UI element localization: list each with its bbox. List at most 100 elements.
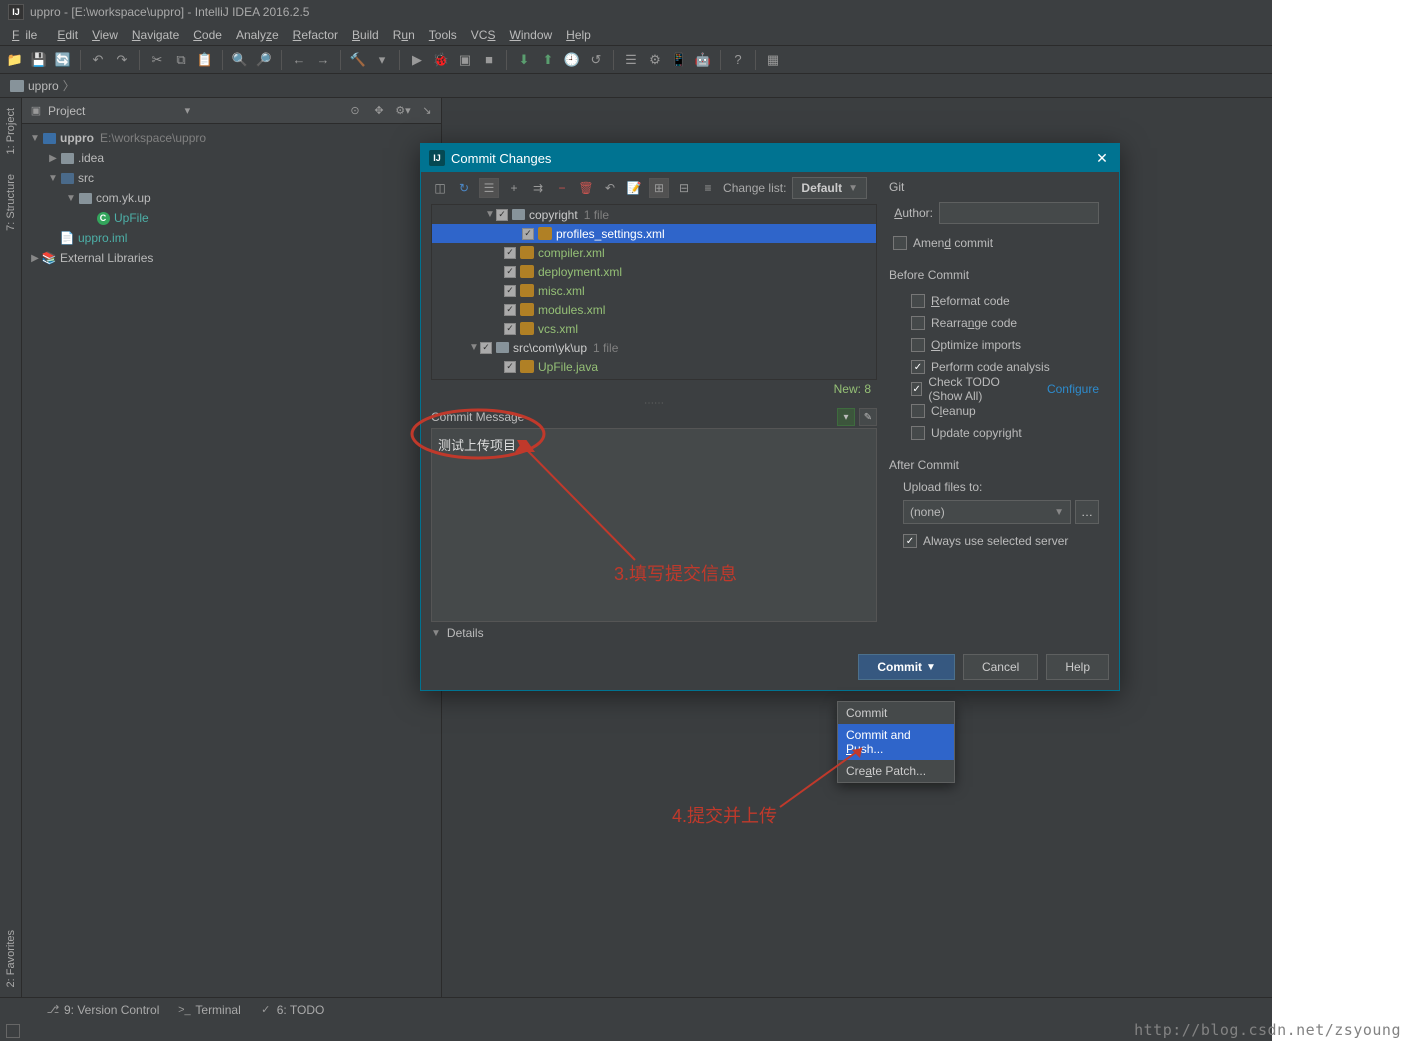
add-icon[interactable]: + xyxy=(505,179,523,197)
undo-icon[interactable]: ↶ xyxy=(89,51,107,69)
tree-src[interactable]: ▼ src xyxy=(22,168,441,188)
commit-button[interactable]: Commit▼ xyxy=(858,654,955,680)
vcs-commit-icon[interactable]: ⬆ xyxy=(539,51,557,69)
changes-tree[interactable]: ▼ copyright 1 file profiles_settings.xml… xyxy=(431,204,877,380)
menu-analyze[interactable]: Analyze xyxy=(230,26,285,44)
cut-icon[interactable]: ✂ xyxy=(148,51,166,69)
sync-icon[interactable]: 🔄 xyxy=(54,51,72,69)
optimize-checkbox[interactable] xyxy=(911,338,925,352)
debug-icon[interactable]: 🐞 xyxy=(432,51,450,69)
target-icon[interactable]: ✥ xyxy=(371,103,387,119)
redo-icon[interactable]: ↷ xyxy=(113,51,131,69)
close-icon[interactable]: ✕ xyxy=(1093,150,1111,167)
tree-profiles-settings[interactable]: profiles_settings.xml xyxy=(432,224,876,243)
plugins-icon[interactable]: ▦ xyxy=(764,51,782,69)
sdk-icon[interactable]: ⚙ xyxy=(646,51,664,69)
diff-icon[interactable]: ◫ xyxy=(431,179,449,197)
menu-view[interactable]: View xyxy=(86,26,124,44)
tree-compiler[interactable]: compiler.xml xyxy=(432,243,876,262)
run-icon[interactable]: ▶ xyxy=(408,51,426,69)
breadcrumb-root[interactable]: uppro xyxy=(28,79,59,93)
coverage-icon[interactable]: ▣ xyxy=(456,51,474,69)
expand-arrow-icon[interactable]: ▶ xyxy=(46,153,60,164)
menu-help[interactable]: Help xyxy=(560,26,597,44)
more-icon[interactable]: ≡ xyxy=(699,179,717,197)
checkbox-on[interactable] xyxy=(504,304,516,316)
forward-icon[interactable]: → xyxy=(314,51,332,69)
checkbox-on[interactable] xyxy=(504,361,516,373)
menu-navigate[interactable]: Navigate xyxy=(126,26,185,44)
gear-icon[interactable]: ⚙▾ xyxy=(395,103,411,119)
tree-misc[interactable]: misc.xml xyxy=(432,281,876,300)
replace-icon[interactable]: 🔎 xyxy=(255,51,273,69)
android-icon[interactable]: 🤖 xyxy=(694,51,712,69)
reformat-checkbox[interactable] xyxy=(911,294,925,308)
expand-all-icon[interactable]: ⊞ xyxy=(649,178,669,198)
details-toggle[interactable]: ▼ Details xyxy=(431,622,877,644)
gutter-structure[interactable]: 7: Structure xyxy=(5,164,17,241)
gutter-favorites[interactable]: 2: Favorites xyxy=(5,920,17,997)
tree-deployment[interactable]: deployment.xml xyxy=(432,262,876,281)
tool-todo[interactable]: ✓ 6: TODO xyxy=(259,1003,325,1017)
paste-icon[interactable]: 📋 xyxy=(196,51,214,69)
stop-icon[interactable]: ■ xyxy=(480,51,498,69)
tool-terminal[interactable]: >_ Terminal xyxy=(177,1003,240,1017)
commit-message-textarea[interactable]: 测试上传项目 xyxy=(431,428,877,622)
collapse-arrow-icon[interactable]: ▼ xyxy=(484,209,496,220)
checkbox-on[interactable] xyxy=(522,228,534,240)
tool-windows-toggle[interactable] xyxy=(6,1024,20,1038)
tree-modules[interactable]: modules.xml xyxy=(432,300,876,319)
tree-ext-libs[interactable]: ▶ 📚 External Libraries xyxy=(22,248,441,268)
vcs-history-icon[interactable]: 🕘 xyxy=(563,51,581,69)
browse-button[interactable]: … xyxy=(1075,500,1099,524)
menu-vcs[interactable]: VCS xyxy=(465,26,502,44)
cleanup-checkbox[interactable] xyxy=(911,404,925,418)
back-icon[interactable]: ← xyxy=(290,51,308,69)
refresh-icon[interactable]: ↻ xyxy=(455,179,473,197)
tree-upfile-java[interactable]: UpFile.java xyxy=(432,357,876,376)
todo-checkbox[interactable] xyxy=(911,382,922,396)
menu-build[interactable]: Build xyxy=(346,26,385,44)
tree-idea[interactable]: ▶ .idea xyxy=(22,148,441,168)
menu-file[interactable]: File xyxy=(6,26,49,44)
hide-icon[interactable]: ↘ xyxy=(419,103,435,119)
menu-edit[interactable]: Edit xyxy=(51,26,84,44)
collapse-arrow-icon[interactable]: ▼ xyxy=(46,173,60,184)
vcs-update-icon[interactable]: ⬇ xyxy=(515,51,533,69)
menu-tools[interactable]: Tools xyxy=(423,26,463,44)
expand-arrow-icon[interactable]: ▶ xyxy=(28,253,42,264)
analysis-checkbox[interactable] xyxy=(911,360,925,374)
configure-link[interactable]: Configure xyxy=(1047,382,1099,396)
collapse-all-icon[interactable]: ⊟ xyxy=(675,179,693,197)
menu-window[interactable]: Window xyxy=(503,26,558,44)
new-changelist-icon[interactable]: 📝 xyxy=(625,179,643,197)
collapse-arrow-icon[interactable]: ▼ xyxy=(64,193,78,204)
vcs-revert-icon[interactable]: ↺ xyxy=(587,51,605,69)
checkbox-on[interactable] xyxy=(504,285,516,297)
popup-commit[interactable]: Commit xyxy=(838,702,954,724)
group-by-dir-icon[interactable]: ☰ xyxy=(479,178,499,198)
history-msg-icon[interactable]: ▾ xyxy=(837,408,855,426)
amend-checkbox[interactable] xyxy=(893,236,907,250)
always-server-checkbox[interactable] xyxy=(903,534,917,548)
collapse-arrow-icon[interactable]: ▼ xyxy=(468,342,480,353)
popup-create-patch[interactable]: Create Patch... xyxy=(838,760,954,782)
tree-copyright-folder[interactable]: ▼ copyright 1 file xyxy=(432,205,876,224)
gutter-project[interactable]: 1: Project xyxy=(5,98,17,164)
tree-srcpath[interactable]: ▼ src\com\yk\up 1 file xyxy=(432,338,876,357)
checkbox-on[interactable] xyxy=(504,266,516,278)
spellcheck-icon[interactable]: ✎ xyxy=(859,408,877,426)
remove-icon[interactable]: − xyxy=(553,179,571,197)
menu-code[interactable]: Code xyxy=(187,26,228,44)
menu-run[interactable]: Run xyxy=(387,26,421,44)
tree-pkg[interactable]: ▼ com.yk.up xyxy=(22,188,441,208)
revert-icon[interactable]: ↶ xyxy=(601,179,619,197)
move-changelist-icon[interactable]: ⇉ xyxy=(529,179,547,197)
author-input[interactable] xyxy=(939,202,1099,224)
open-icon[interactable]: 📁 xyxy=(6,51,24,69)
save-icon[interactable]: 💾 xyxy=(30,51,48,69)
copy-icon[interactable]: ⧉ xyxy=(172,51,190,69)
help-button[interactable]: Help xyxy=(1046,654,1109,680)
chevron-down-icon[interactable]: ▾ xyxy=(179,103,195,119)
tree-root[interactable]: ▼ uppro E:\workspace\uppro xyxy=(22,128,441,148)
